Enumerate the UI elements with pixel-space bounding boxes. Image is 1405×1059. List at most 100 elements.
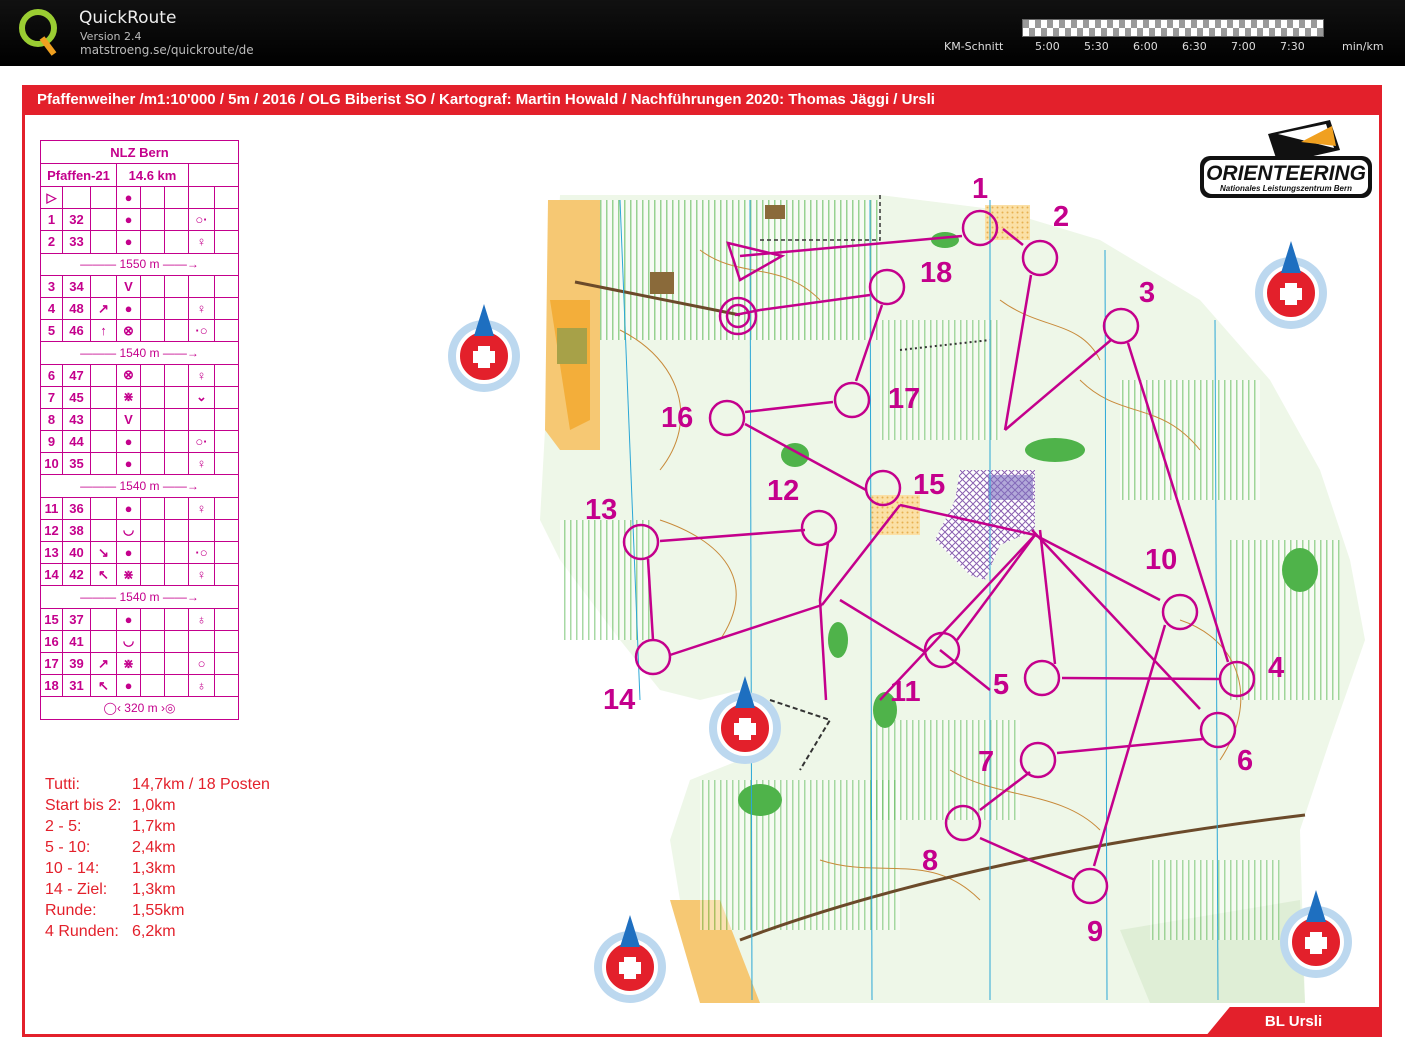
cd-feature-symbol: ● [116,430,141,454]
cd-course: Pfaffen-21 [40,163,117,187]
cd-detail-symbol: ♁ [188,674,215,698]
cd-feature-symbol: ● [116,496,141,520]
legs-info-row: 10 - 14: 1,3km [45,858,270,879]
cd-control-number: 14 [40,563,63,587]
cd-empty-cell [164,607,189,631]
cd-empty-cell [214,651,239,676]
cd-empty-cell [214,296,239,321]
cd-row: 10 35 ● ♀ [40,452,239,476]
cd-empty-cell [164,230,189,254]
legs-info-label: 2 - 5: [45,818,82,835]
legs-info-value: 1,3km [132,881,176,898]
cd-detail-symbol [188,407,215,432]
cd-control-number: 2 [40,230,63,254]
cd-detail-symbol: ·○ [188,319,215,343]
cd-direction: ↘ [90,540,117,565]
cd-detail-symbol: ♀ [188,563,215,587]
legs-info-row: 4 Runden: 6,2km [45,921,270,942]
cd-feature-symbol: ● [116,674,141,698]
cd-empty-cell [164,629,189,653]
cd-length: 14.6 km [116,163,189,187]
cd-control-code: 42 [62,563,91,587]
cd-detail-symbol: ○ [188,651,215,676]
cd-empty-cell [214,496,239,520]
legs-info-row: Start bis 2: 1,0km [45,795,270,816]
cd-empty-cell [140,319,165,343]
cd-empty-cell [140,563,165,587]
cd-row: 14 42 ↖ ⋇ ♀ [40,563,239,587]
cd-empty-cell [164,540,189,565]
legs-info-label: Start bis 2: [45,797,122,814]
legs-info-value: 1,0km [132,797,176,814]
cd-detail-symbol: ♀ [188,452,215,476]
cd-empty-cell [164,296,189,321]
cd-row: 6 47 ⊗ ♀ [40,363,239,387]
legs-info-value: 6,2km [132,923,176,940]
cd-feature-symbol: ⋇ [116,385,141,409]
cd-empty-cell [214,319,239,343]
cd-control-code: 33 [62,230,91,254]
cd-direction [90,629,117,653]
cd-feature-symbol: ● [116,296,141,321]
legs-info-row: Runde: 1,55km [45,900,270,921]
map-footer-tag: BL Ursli [1205,1007,1382,1037]
cd-feature-symbol: ● [116,208,141,232]
cd-empty-cell [140,274,165,298]
legs-info-row: 14 - Ziel: 1,3km [45,879,270,900]
cd-empty-cell [140,407,165,432]
cd-row: 9 44 ● ○· [40,430,239,454]
cd-control-number: 9 [40,430,63,454]
cd-empty-cell [214,230,239,254]
cd-empty-cell [214,563,239,587]
cd-control-code: 36 [62,496,91,520]
cd-row: ——— 1550 m ——→ [40,252,239,276]
cd-empty-cell [214,274,239,298]
cd-empty-cell [140,363,165,387]
cd-row: 2 33 ● ♀ [40,230,239,254]
cd-detail-symbol: ⌄ [188,385,215,409]
cd-row: 15 37 ● ♁ [40,607,239,631]
cd-empty-cell [140,230,165,254]
cd-control-code: 44 [62,430,91,454]
cd-feature-symbol: ⋇ [116,651,141,676]
cd-direction: ↗ [90,296,117,321]
cd-control-code: 45 [62,385,91,409]
legs-info-value: 1,7km [132,818,176,835]
cd-leg-distance: ——— 1540 m ——→ [40,585,239,609]
cd-detail-symbol: ♁ [188,607,215,631]
cd-empty [188,163,239,187]
legs-info-value: 1,3km [132,860,176,877]
cd-feature-symbol: ⊗ [116,319,141,343]
cd-feature-symbol: ⊗ [116,363,141,387]
cd-empty-cell [140,629,165,653]
brand-sub-text: Nationales Leistungszentrum Bern [1220,184,1352,193]
cd-empty-cell [164,274,189,298]
cd-feature-symbol: ● [116,607,141,631]
cd-row: ——— 1540 m ——→ [40,585,239,609]
cd-control-code: 43 [62,407,91,432]
cd-direction: ↗ [90,651,117,676]
cd-empty-cell [140,208,165,232]
cd-control-number: 4 [40,296,63,321]
cd-empty-cell [164,385,189,409]
cd-row: 7 45 ⋇ ⌄ [40,385,239,409]
cd-control-number: 7 [40,385,63,409]
cd-empty-cell [214,208,239,232]
cd-finish-distance: ◯‹ 320 m ›◎ [40,696,239,720]
cd-empty-cell [140,385,165,409]
cd-empty-cell [214,407,239,432]
cd-control-code: 32 [62,208,91,232]
cd-empty-cell [164,319,189,343]
cd-row: ——— 1540 m ——→ [40,474,239,498]
legs-info-row: 2 - 5: 1,7km [45,816,270,837]
cd-detail-symbol [188,629,215,653]
cd-empty-cell [140,607,165,631]
cd-leg-distance: ——— 1540 m ——→ [40,341,239,365]
cd-empty-cell [214,540,239,565]
cd-row: 3 34 V [40,274,239,298]
map-title: Pfaffenweiher /m1:10'000 / 5m / 2016 / O… [22,85,1382,115]
cd-event: NLZ Bern [40,140,239,164]
legs-info-label: 14 - Ziel: [45,881,108,898]
cd-control-code: 41 [62,629,91,653]
cd-direction: ↑ [90,319,117,343]
